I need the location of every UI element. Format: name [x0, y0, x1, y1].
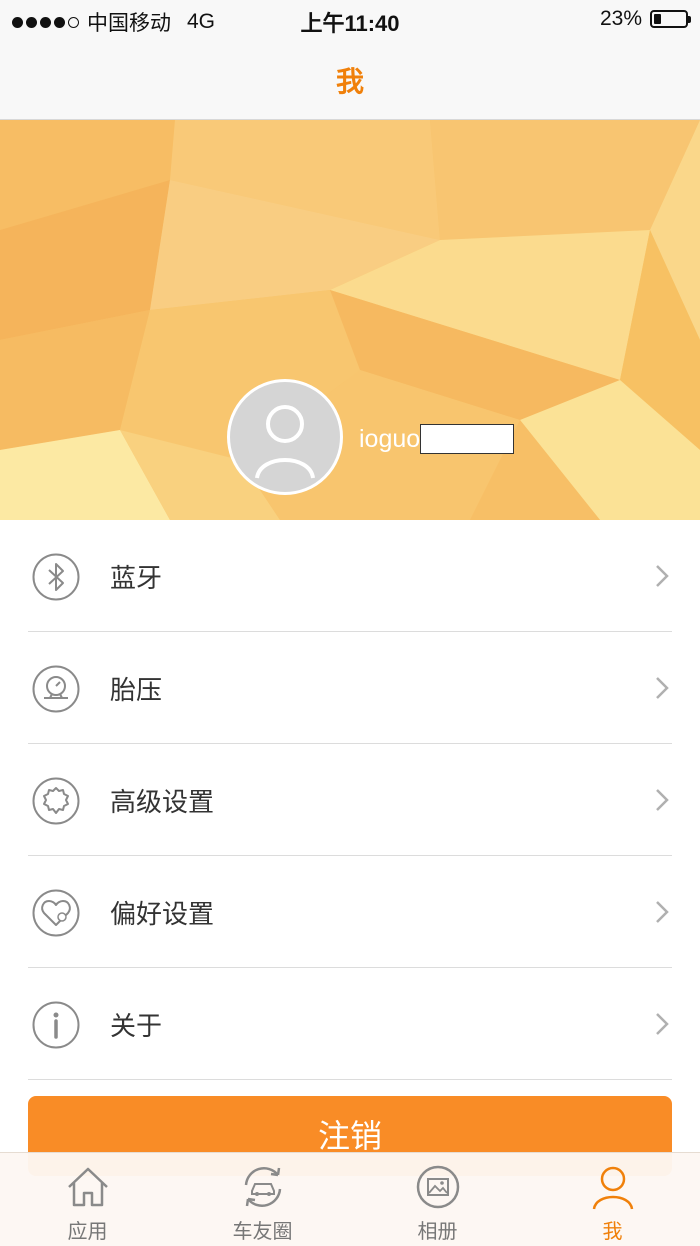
preferences-icon [32, 889, 80, 937]
page-title: 我 [335, 64, 364, 98]
album-icon [416, 1165, 459, 1209]
chevron-right-icon [656, 677, 669, 699]
person-icon [592, 1166, 633, 1210]
chevron-right-icon [656, 565, 669, 587]
battery-percent: 23% [599, 7, 642, 30]
home-icon [67, 1167, 108, 1207]
info-icon [32, 1001, 80, 1049]
menu-item-label: 关于 [110, 1011, 163, 1042]
low-poly-background [0, 120, 700, 520]
tab-bar: 应用 车友圈 相册 我 [0, 1152, 700, 1246]
menu-item-label: 胎压 [110, 675, 163, 706]
battery-level-fill [654, 14, 661, 24]
settings-menu: 蓝牙 胎压 高级设置 偏好设置 关于 [0, 520, 700, 1080]
avatar[interactable] [227, 379, 343, 495]
tab-apps[interactable]: 应用 [0, 1153, 175, 1246]
tab-label: 我 [602, 1219, 623, 1243]
menu-item-tire-pressure[interactable]: 胎压 [0, 632, 700, 744]
chevron-right-icon [656, 1013, 669, 1035]
tab-label: 车友圈 [232, 1219, 293, 1243]
menu-item-about[interactable]: 关于 [0, 968, 700, 1080]
status-time: 上午11:40 [300, 11, 400, 36]
profile-banner: ioguo [0, 120, 700, 520]
status-bar: 中国移动 4G 上午11:40 23% [0, 0, 700, 40]
tab-label: 相册 [417, 1219, 458, 1243]
chevron-right-icon [656, 901, 669, 923]
menu-item-label: 高级设置 [110, 787, 215, 818]
bluetooth-icon [32, 553, 80, 601]
car-circle-icon [244, 1167, 281, 1207]
tab-album[interactable]: 相册 [350, 1153, 525, 1246]
advanced-settings-icon [32, 777, 80, 825]
tire-pressure-icon [32, 665, 80, 713]
menu-item-label: 偏好设置 [110, 899, 215, 930]
user-silhouette-icon [255, 405, 315, 479]
nav-bar: 我 [0, 40, 700, 120]
tab-label: 应用 [67, 1219, 108, 1243]
tab-me[interactable]: 我 [525, 1153, 700, 1246]
menu-item-advanced-settings[interactable]: 高级设置 [0, 744, 700, 856]
chevron-right-icon [656, 789, 669, 811]
username-redaction-box [420, 424, 515, 454]
tab-car-circle[interactable]: 车友圈 [175, 1153, 350, 1246]
menu-item-preferences[interactable]: 偏好设置 [0, 856, 700, 968]
username-text: ioguo [359, 424, 421, 453]
status-right: 23% [599, 7, 691, 31]
battery-icon [650, 10, 691, 28]
username: ioguo [359, 424, 515, 454]
menu-item-label: 蓝牙 [110, 563, 163, 594]
menu-item-bluetooth[interactable]: 蓝牙 [0, 520, 700, 632]
